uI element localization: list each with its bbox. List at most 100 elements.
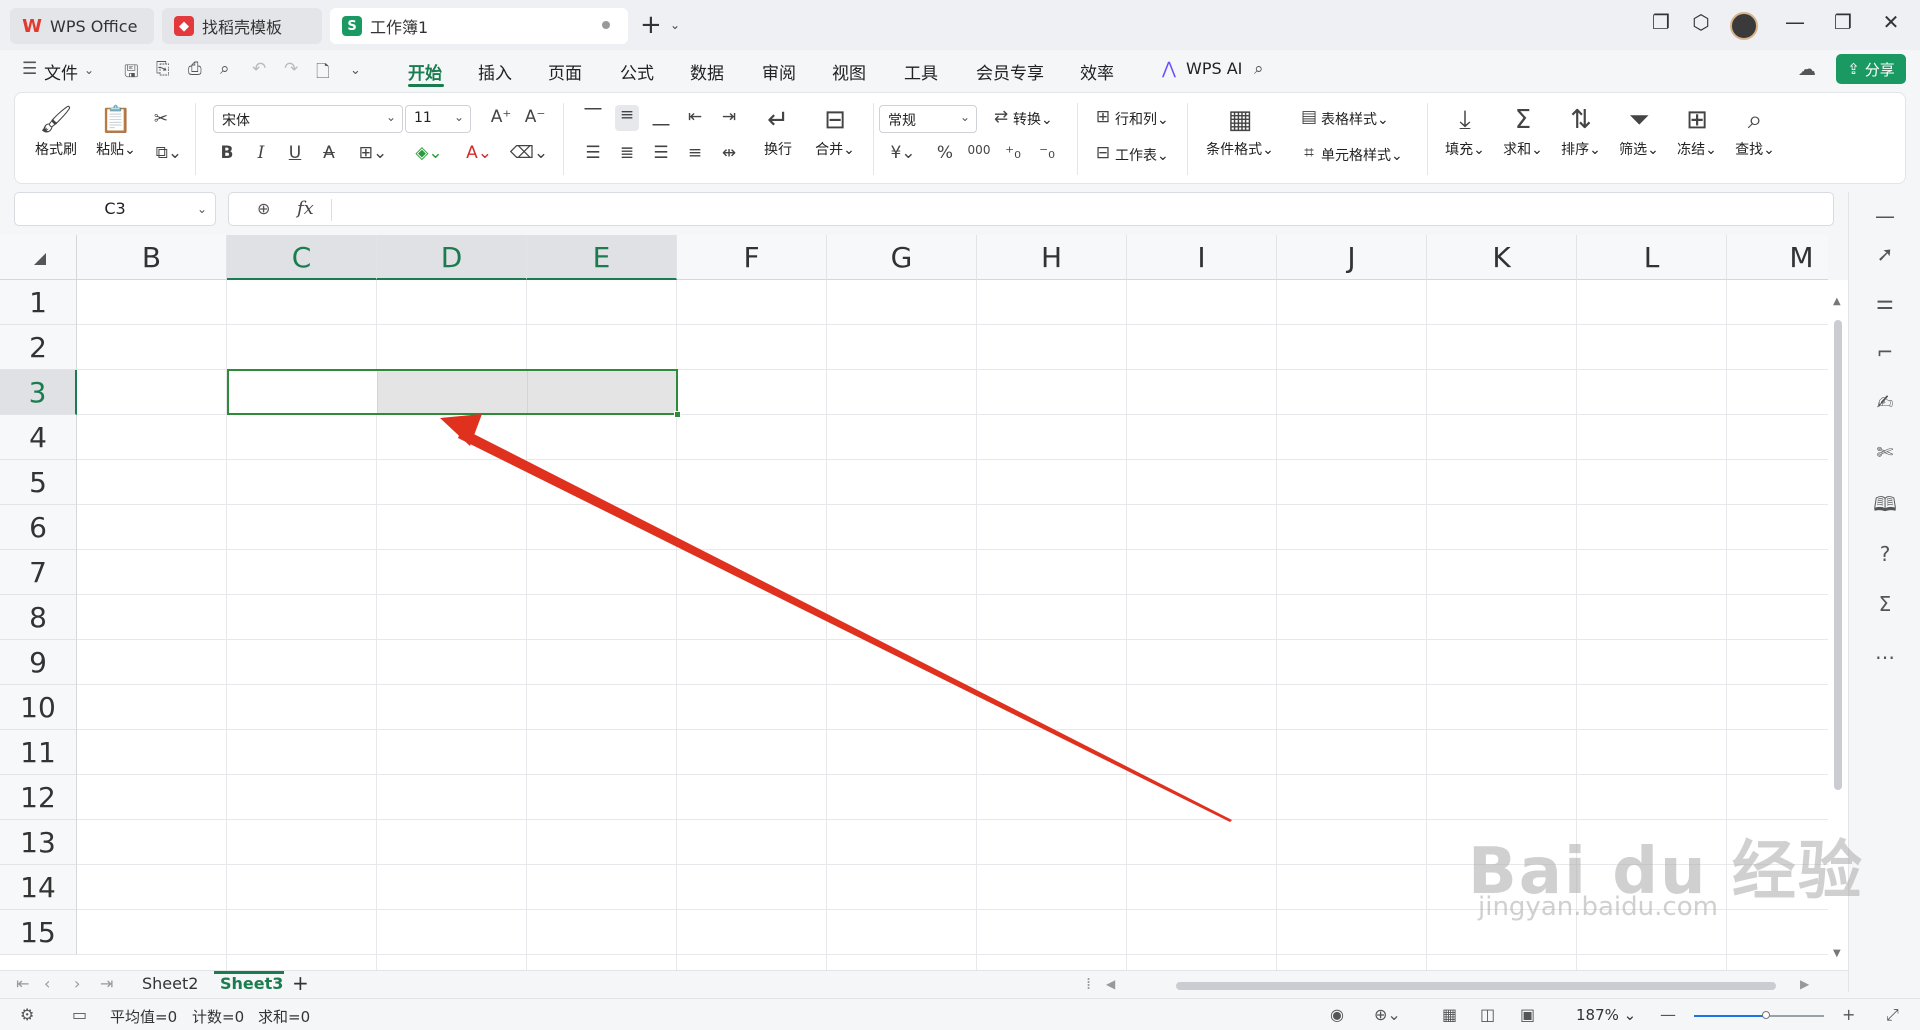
scroll-down-icon[interactable]: ▼ [1833,948,1841,959]
menu-insert[interactable]: 插入 [478,59,512,84]
search-icon[interactable]: ⌕ [1254,59,1264,79]
more-icon[interactable]: … [1873,640,1897,664]
print-icon[interactable]: ⎙ [188,59,202,79]
menu-view[interactable]: 视图 [832,59,866,84]
new-doc-icon[interactable]: 🗋 [316,59,330,88]
percent-button[interactable]: % [933,143,957,163]
redo-icon[interactable]: ↷ [284,59,298,79]
thousands-button[interactable]: 000 [967,143,991,157]
column-header-d[interactable]: D [377,235,527,280]
page-break-view-icon[interactable]: ▣ [1520,1005,1535,1024]
table-style-icon[interactable]: ▤ [1297,107,1321,127]
row-header-7[interactable]: 7 [0,550,77,595]
increase-font-icon[interactable]: A⁺ [489,107,513,127]
row-header-3[interactable]: 3 [0,370,77,415]
share-link-icon[interactable]: ⎘ [156,59,170,79]
layout-icon[interactable]: ⊕⌄ [1374,1005,1401,1024]
sliders-icon[interactable]: ⚌ [1873,290,1897,314]
fullscreen-icon[interactable]: ⤢ [1886,1005,1899,1025]
name-box[interactable]: C3 ⌄ [14,192,216,226]
row-header-15[interactable]: 15 [0,910,77,955]
row-header-12[interactable]: 12 [0,775,77,820]
row-header-13[interactable]: 13 [0,820,77,865]
column-header-m[interactable]: M [1727,235,1828,280]
zoom-slider[interactable] [1694,1011,1824,1019]
worksheet-button[interactable]: 工作表⌄ [1115,145,1169,165]
font-color-icon[interactable]: A⌄ [459,143,499,163]
first-sheet-icon[interactable]: ⇤ [16,974,29,993]
menu-file[interactable]: 文件 [44,59,78,84]
align-middle-icon[interactable]: ≡ [615,105,639,131]
tab-workbook1[interactable]: S 工作簿1 [330,8,628,44]
font-name-select[interactable]: 宋体 ⌄ [213,105,403,133]
sum-button[interactable]: Σ 求和⌄ [1497,105,1549,159]
column-header-e[interactable]: E [527,235,677,280]
decrease-font-icon[interactable]: A⁻ [523,107,547,127]
align-right-icon[interactable]: ☰ [649,143,673,163]
conditional-format-button[interactable]: ▦ 条件格式⌄ [1203,105,1277,159]
fill-handle[interactable] [674,411,681,418]
scroll-left-icon[interactable]: ◀ [1106,977,1115,991]
last-sheet-icon[interactable]: ⇥ [100,974,113,993]
fill-color-icon[interactable]: ◈⌄ [409,143,449,163]
undo-icon[interactable]: ↶ [252,59,266,79]
page-layout-view-icon[interactable]: ◫ [1480,1005,1495,1024]
cube-icon[interactable]: ⬡ [1686,10,1716,34]
zoom-formula-icon[interactable]: ⊕ [257,199,270,218]
column-header-l[interactable]: L [1577,235,1727,280]
unsaved-dot-icon[interactable] [602,21,610,29]
copy-icon[interactable]: ⧉⌄ [149,143,189,163]
normal-view-icon[interactable]: ▦ [1442,1005,1457,1024]
minimize-icon[interactable]: — [1780,10,1810,34]
column-header-f[interactable]: F [677,235,827,280]
sort-button[interactable]: ⇅ 排序⌄ [1555,105,1607,159]
macro-icon[interactable]: ⚙ [20,1005,34,1024]
column-header-h[interactable]: H [977,235,1127,280]
menu-efficiency[interactable]: 效率 [1080,59,1114,84]
menu-tools[interactable]: 工具 [904,59,938,84]
sheet-view-icon[interactable]: ▭ [72,1005,87,1024]
zoom-slider-knob[interactable] [1761,1011,1770,1019]
add-sheet-button[interactable]: + [292,971,309,995]
indent-increase-icon[interactable]: ⇥ [717,107,741,127]
align-bottom-icon[interactable]: ⎽ [649,107,673,127]
indent-decrease-icon[interactable]: ⇤ [683,107,707,127]
tab-docer-templates[interactable]: ◆ 找稻壳模板 [162,8,322,44]
column-header-g[interactable]: G [827,235,977,280]
cell-style-icon[interactable]: ⌗ [1297,143,1321,163]
scroll-right-icon[interactable]: ▶ [1800,977,1809,991]
menu-home[interactable]: 开始 [408,59,442,84]
clear-format-icon[interactable]: ⌫⌄ [509,143,549,163]
fx-icon[interactable]: fx [297,198,314,219]
eye-protection-icon[interactable]: ◉ [1330,1005,1344,1024]
align-center-icon[interactable]: ≣ [615,143,639,163]
table-style-button[interactable]: 表格样式⌄ [1321,109,1389,129]
column-header-j[interactable]: J [1277,235,1427,280]
close-icon[interactable]: ✕ [1876,10,1906,34]
menu-data[interactable]: 数据 [690,59,724,84]
column-header-c[interactable]: C [227,235,377,280]
underline-button[interactable]: U [283,143,307,163]
row-header-9[interactable]: 9 [0,640,77,685]
tab-wps-office[interactable]: W WPS Office [10,8,154,44]
sheet-tab-sheet3[interactable]: Sheet3 [220,974,283,993]
justify-icon[interactable]: ≡ [683,143,707,163]
selected-cell-range[interactable] [227,369,681,418]
row-header-8[interactable]: 8 [0,595,77,640]
zoom-level[interactable]: 187% ⌄ [1576,1006,1636,1024]
font-size-select[interactable]: 11 ⌄ [405,105,471,133]
menu-wps-ai[interactable]: WPS AI [1186,59,1242,78]
row-header-2[interactable]: 2 [0,325,77,370]
collapse-icon[interactable]: — [1873,204,1897,228]
number-format-select[interactable]: 常规 ⌄ [879,105,977,133]
column-header-k[interactable]: K [1427,235,1577,280]
prev-sheet-icon[interactable]: ‹ [44,974,50,993]
format-painter-button[interactable]: 🖌 格式刷 [31,105,81,159]
zoom-out-icon[interactable]: — [1660,1005,1676,1024]
menu-member[interactable]: 会员专享 [976,59,1044,84]
scroll-thumb[interactable] [1834,320,1842,790]
rows-cols-icon[interactable]: ⊞ [1091,107,1115,127]
restore-icon[interactable]: ❐ [1828,10,1858,34]
decrease-decimal-icon[interactable]: ⁻₀ [1035,143,1059,163]
cloud-upload-icon[interactable]: ☁ [1798,59,1816,80]
